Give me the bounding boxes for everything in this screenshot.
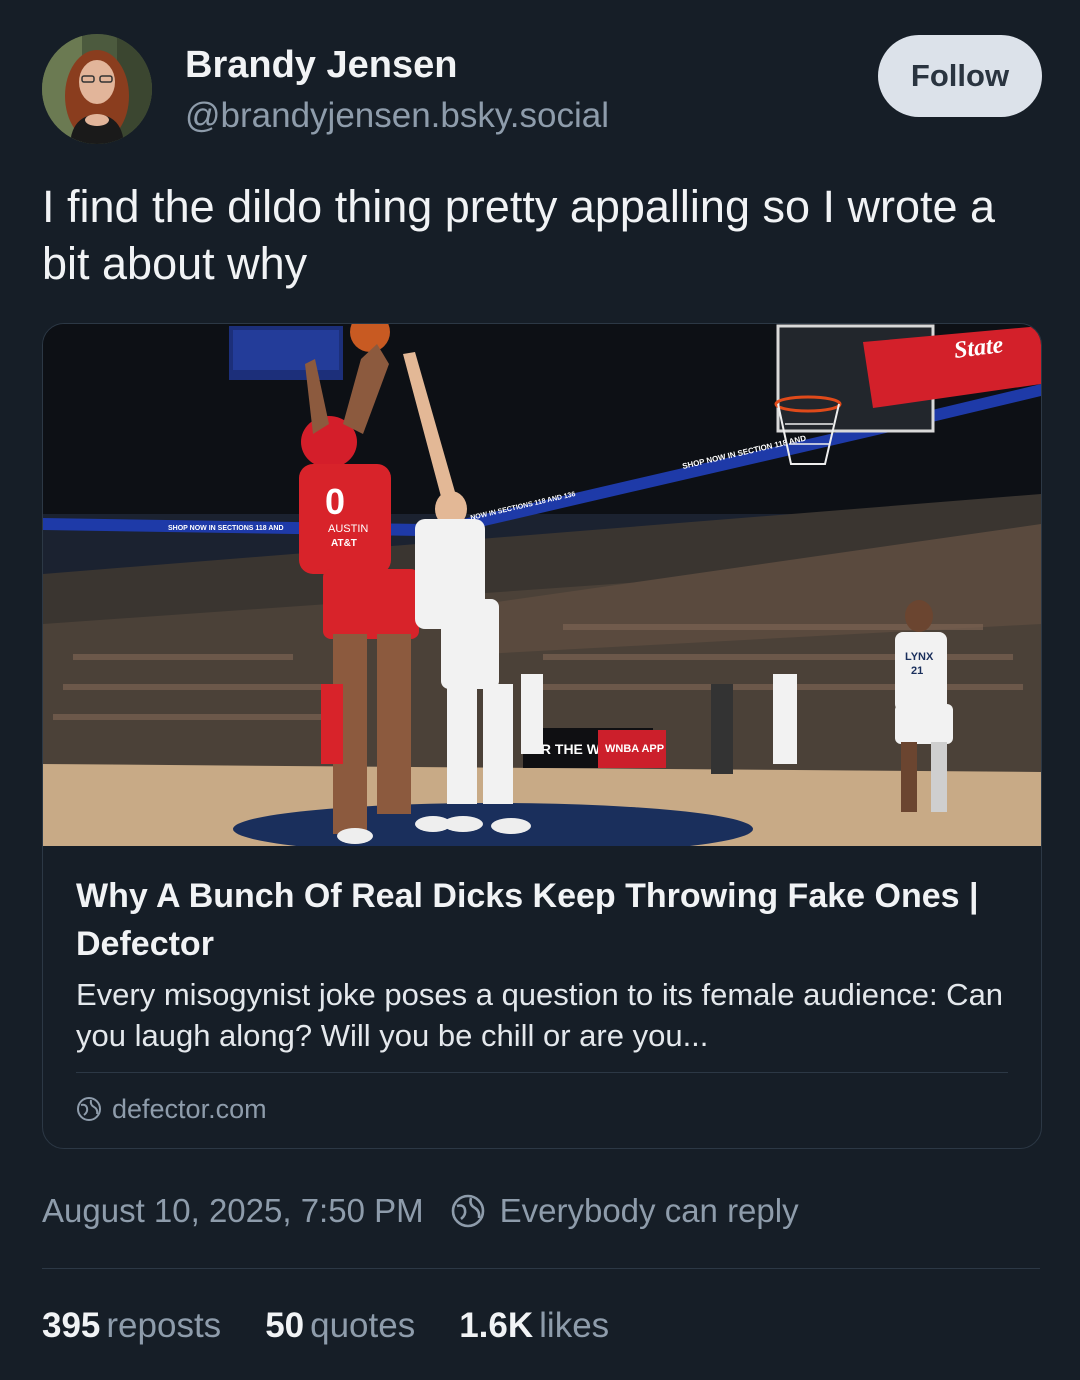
reposts-count: 395 xyxy=(42,1306,101,1345)
globe-icon xyxy=(451,1194,484,1228)
quotes-count: 50 xyxy=(265,1306,305,1345)
jersey-name: AUSTIN xyxy=(328,523,368,535)
quotes-stat[interactable]: 50 quotes xyxy=(265,1306,415,1346)
reposts-label: reposts xyxy=(106,1306,222,1345)
likes-count: 1.6K xyxy=(459,1306,534,1345)
ribbon-text-left: SHOP NOW IN SECTIONS 118 AND xyxy=(168,525,284,532)
link-card-image: SHOP NOW IN SECTIONS 118 AND NOW IN SECT… xyxy=(43,324,1041,846)
avatar-image xyxy=(42,34,152,144)
stats-divider xyxy=(42,1268,1040,1269)
post-timestamp: August 10, 2025, 7:50 PM xyxy=(42,1192,424,1229)
lynx-jersey-text: LYNX xyxy=(905,651,934,663)
reply-setting-text: Everybody can reply xyxy=(499,1192,799,1229)
post-meta: August 10, 2025, 7:50 PM Everybody can r… xyxy=(42,1192,799,1230)
likes-stat[interactable]: 1.6K likes xyxy=(459,1306,609,1346)
link-card-divider xyxy=(76,1072,1008,1073)
quotes-label: quotes xyxy=(310,1306,416,1345)
link-card-domain: defector.com xyxy=(76,1092,267,1126)
reply-setting[interactable]: Everybody can reply xyxy=(450,1192,799,1230)
link-card[interactable]: SHOP NOW IN SECTIONS 118 AND NOW IN SECT… xyxy=(42,323,1042,1149)
lynx-jersey-number: 21 xyxy=(911,665,923,677)
author-display-name[interactable]: Brandy Jensen xyxy=(185,44,457,87)
link-card-domain-text: defector.com xyxy=(112,1093,267,1124)
link-card-description: Every misogynist joke poses a question t… xyxy=(76,977,1004,1053)
post-text: I find the dildo thing pretty appalling … xyxy=(42,181,996,289)
reposts-stat[interactable]: 395 reposts xyxy=(42,1306,221,1346)
follow-button[interactable]: Follow xyxy=(878,35,1042,117)
jersey-sponsor: AT&T xyxy=(331,538,357,549)
post-stats: 395 reposts 50 quotes 1.6K likes xyxy=(42,1306,653,1346)
author-handle[interactable]: @brandyjensen.bsky.social xyxy=(185,96,609,136)
link-card-title[interactable]: Why A Bunch Of Real Dicks Keep Throwing … xyxy=(76,872,1006,968)
likes-label: likes xyxy=(539,1306,610,1345)
jersey-number: 0 xyxy=(325,481,345,522)
author-avatar[interactable] xyxy=(42,34,152,144)
board-app-text: WNBA APP xyxy=(605,743,664,755)
globe-icon xyxy=(77,1097,101,1121)
